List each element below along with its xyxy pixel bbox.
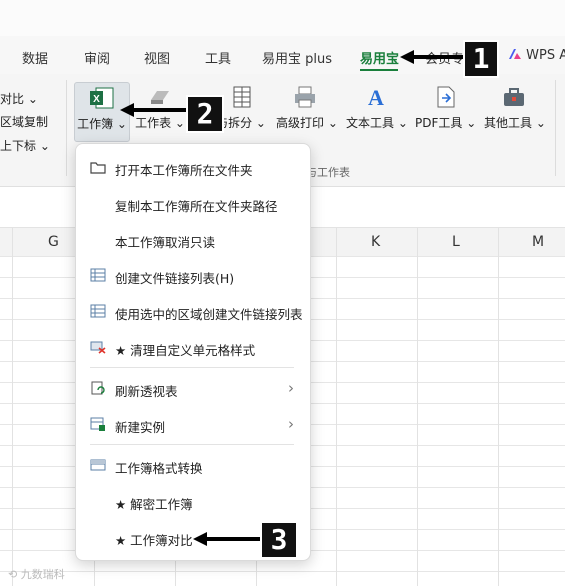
annotation-arrow-2 — [120, 103, 190, 117]
annotation-badge-2: 2 — [186, 95, 224, 133]
annotation-arrow-3 — [193, 532, 262, 546]
annotation-badge-1: 1 — [463, 40, 499, 78]
annotation-overlay — [120, 50, 470, 546]
annotation-arrow-1 — [400, 50, 470, 64]
annotation-badge-3: 3 — [260, 521, 298, 559]
watermark: ⟲ 九数瑞科 — [8, 568, 65, 581]
